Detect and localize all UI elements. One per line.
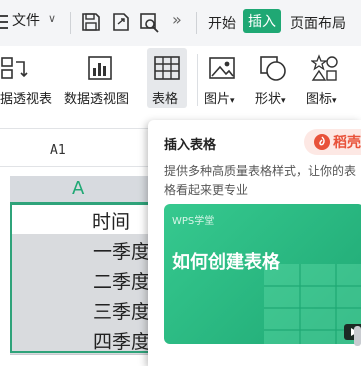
icon-library-icon[interactable] <box>310 54 339 82</box>
video-title: 如何创建表格 <box>172 252 280 273</box>
save-icon[interactable] <box>80 11 102 33</box>
top-toolbar: 文件 ∨ » 开始 插入 页面布局 <box>0 0 361 46</box>
table-label[interactable]: 表格 <box>152 88 178 107</box>
icon-library-label[interactable]: 图标▾ <box>306 88 337 107</box>
more-icon[interactable]: » <box>172 10 182 29</box>
tooltip-description: 提供多种高质量表格样式，让你的表 格看起来更专业 <box>164 162 361 200</box>
divider <box>197 54 198 106</box>
badge-label: 稻壳 <box>333 135 361 151</box>
tab-page-layout[interactable]: 页面布局 <box>290 13 346 33</box>
docer-badge[interactable]: 稻壳 <box>304 129 361 155</box>
divider <box>196 12 197 34</box>
menu-icon[interactable] <box>0 10 10 34</box>
pivot-chart-label[interactable]: 数据透视图 <box>64 88 129 107</box>
tab-insert[interactable]: 插入 <box>243 9 281 33</box>
picture-label[interactable]: 图片▾ <box>204 88 235 107</box>
tooltip-title: 插入表格 <box>164 138 217 153</box>
description-line: 提供多种高质量表格样式，让你的表 <box>164 164 357 178</box>
pivot-table-label[interactable]: 据透视表 <box>0 88 52 107</box>
shape-label[interactable]: 形状▾ <box>255 88 286 107</box>
scrollbar[interactable] <box>354 326 361 346</box>
table-icon[interactable] <box>153 54 181 82</box>
insert-table-tooltip: 插入表格 稻壳 提供多种高质量表格样式，让你的表 格看起来更专业 WPS学堂 如… <box>148 120 361 366</box>
description-line: 格看起来更专业 <box>164 183 249 197</box>
docer-logo-icon <box>314 134 330 150</box>
tutorial-video-thumbnail[interactable]: WPS学堂 如何创建表格 <box>164 204 361 344</box>
pivot-chart-icon[interactable] <box>86 54 114 82</box>
video-brand: WPS学堂 <box>172 216 215 227</box>
name-box-value: A1 <box>50 143 66 158</box>
name-box[interactable]: A1 <box>0 138 120 164</box>
column-header-label: A <box>72 178 85 199</box>
file-menu[interactable]: 文件 <box>12 10 40 30</box>
column-header-a[interactable]: A <box>10 176 150 204</box>
selection-outline <box>10 203 152 353</box>
export-icon[interactable] <box>110 11 132 33</box>
divider <box>70 12 71 34</box>
picture-icon[interactable] <box>208 54 236 82</box>
print-preview-icon[interactable] <box>138 11 160 33</box>
shape-icon[interactable] <box>259 54 287 82</box>
tab-home[interactable]: 开始 <box>208 13 236 33</box>
pivot-table-icon[interactable] <box>0 54 28 82</box>
chevron-down-icon[interactable]: ∨ <box>48 12 56 25</box>
